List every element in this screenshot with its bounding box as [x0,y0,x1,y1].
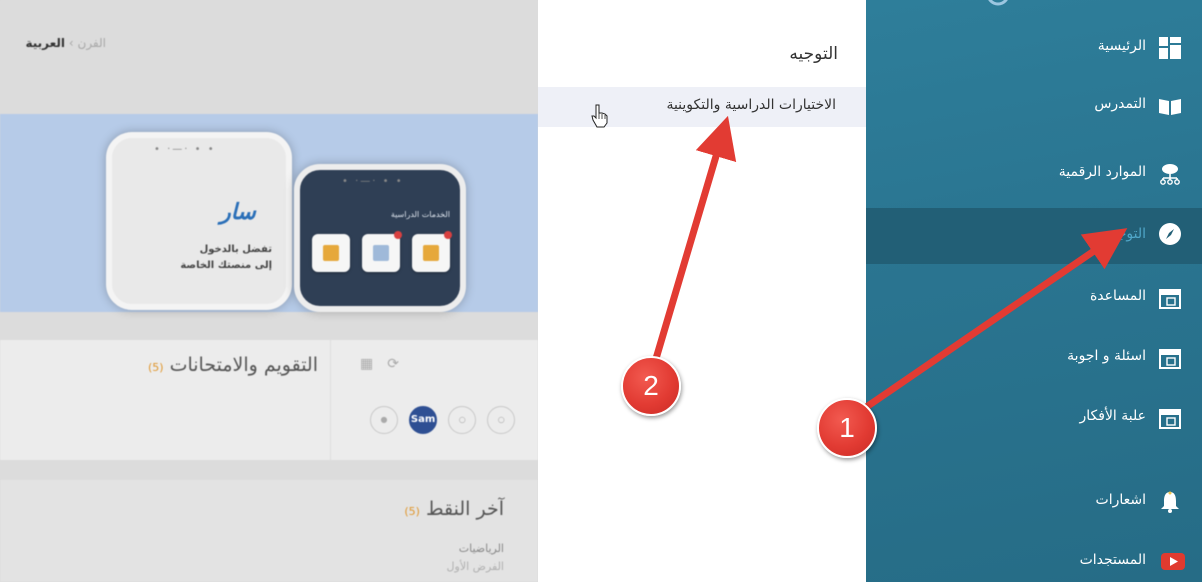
breadcrumb-separator: › [68,36,74,50]
sidebar-item-help[interactable]: المساعدة [866,276,1202,320]
services-title: الخدمات الدراسية [390,210,450,219]
hero-text-line1: تفضل بالدخول [199,244,272,255]
calendar-icon [1159,409,1181,429]
submenu-item-study-choices[interactable]: الاختيارات الدراسية والتكوينية [538,87,866,127]
sidebar-item-label: المستجدات [1079,552,1146,568]
avatar[interactable]: ○ [487,406,516,434]
points-card: آخر النقط (5) الرياضيات الفرض الأول [0,480,538,582]
bell-icon [1161,491,1179,513]
calendar-icon[interactable]: ▦ [360,356,387,372]
book-icon [1159,99,1181,115]
calendar-icon [1159,349,1181,369]
sidebar-item-digital-resources[interactable]: الموارد الرقمية [866,152,1202,196]
logo-icon [988,0,1008,6]
phone-mockup-back: • ·—· • • سار تفضل بالدخول إلى منصتك الخ… [106,132,292,310]
sidebar-item-faq[interactable]: اسئلة و اجوبة [866,336,1202,380]
sidebar-item-home[interactable]: الرئيسية [866,26,1202,70]
youtube-icon [1161,553,1185,570]
evaluation-count: (5) [147,361,164,374]
sidebar-item-label: التوجيه [1106,226,1146,242]
points-count: (5) [404,505,420,518]
evaluation-actions: ▦⟳ [360,356,413,372]
phone-mockup-front: • ·—· • • الخدمات الدراسية [294,164,466,312]
calendar-icon [1159,289,1181,309]
dashboard-icon [1159,37,1181,59]
hero-text: تفضل بالدخول إلى منصتك الخاصة [162,242,272,274]
sidebar-item-notifications[interactable]: اشعارات [866,480,1202,524]
sidebar-item-news[interactable]: المستجدات [866,540,1202,582]
evaluation-card: التقويم والامتحانات (5) ▦⟳ ● Sam ○ ○ [0,340,538,460]
breadcrumb: الفرن › العربية [6,36,106,50]
app-logo: سار [220,200,256,225]
sidebar-item-label: التمدرس [1094,96,1146,112]
points-subject: الرياضيات [458,542,504,555]
sidebar-item-ideas-box[interactable]: علبة الأفكار [866,396,1202,440]
service-tile-icon [312,234,350,272]
sidebar-item-label: اسئلة و اجوبة [1067,348,1146,364]
sidebar-item-label: اشعارات [1095,492,1146,508]
cloud-network-icon [1160,164,1180,185]
compass-icon [1159,223,1181,245]
hero-banner: • ·—· • • سار تفضل بالدخول إلى منصتك الخ… [0,114,538,312]
sidebar: الرئيسية التمدرس الموارد الرقمية التوجيه [866,0,1202,582]
sidebar-item-orientation[interactable]: التوجيه [866,208,1202,264]
sidebar-item-label: الرئيسية [1097,38,1146,54]
annotation-marker-2: 2 [621,356,681,416]
breadcrumb-next[interactable]: الفرن [78,36,107,50]
points-title: آخر النقط (5) [404,498,504,520]
service-tile-icon [412,231,452,272]
submenu-item-label: الاختيارات الدراسية والتكوينية [666,97,836,113]
sidebar-item-label: المساعدة [1089,288,1146,304]
avatar-row: ● Sam ○ ○ [370,406,521,434]
phone-notch: • ·—· • • [154,144,216,155]
avatar[interactable]: ● [370,406,398,434]
phone-notch: • ·—· • • [342,176,404,187]
breadcrumb-current[interactable]: العربية [25,36,65,50]
sidebar-item-schooling[interactable]: التمدرس [866,84,1202,128]
submenu-title: التوجيه [789,44,838,64]
refresh-icon[interactable]: ⟳ [387,356,413,372]
sidebar-item-label: الموارد الرقمية [1058,164,1146,180]
evaluation-title: التقويم والامتحانات (5) [147,354,318,376]
background-page: الفرن › العربية • ·—· • • سار تفضل بالدخ… [0,0,538,582]
sidebar-item-label: علبة الأفكار [1079,408,1147,424]
annotation-marker-1: 1 [817,398,877,458]
orientation-submenu: التوجيه الاختيارات الدراسية والتكوينية [538,0,866,582]
avatar[interactable]: Sam [409,406,438,434]
hero-text-line2: إلى منصتك الخاصة [180,260,272,271]
points-task: الفرض الأول [446,560,504,573]
avatar[interactable]: ○ [448,406,477,434]
service-tile-icon [362,231,402,272]
pointer-cursor-icon [591,104,608,128]
